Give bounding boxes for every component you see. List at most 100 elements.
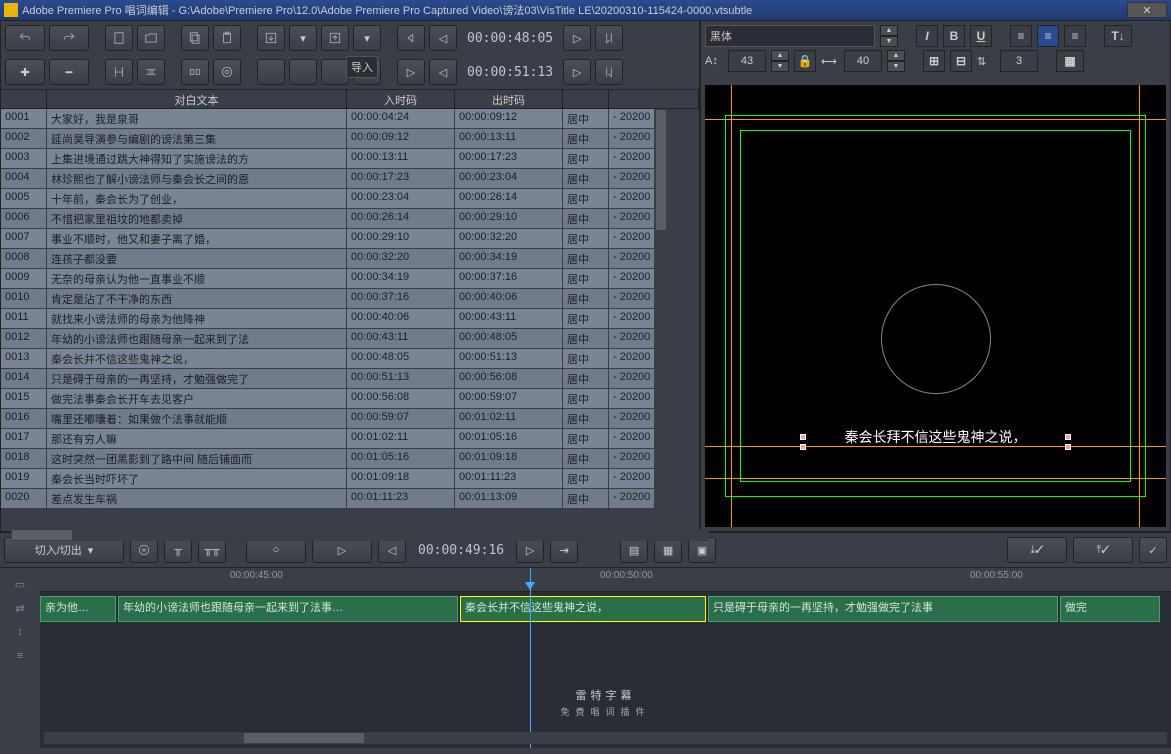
playhead[interactable]	[530, 568, 531, 748]
undo-button[interactable]	[5, 25, 45, 51]
table-row[interactable]: 0010肯定是沾了不干净的东西00:00:37:1600:00:40:06居中-…	[1, 289, 655, 309]
font-spin[interactable]: ▲▼	[880, 25, 898, 47]
table-row[interactable]: 0017那还有穷人嘛00:01:02:1100:01:05:16居中- 2020…	[1, 429, 655, 449]
misc-icon: ⇅	[977, 55, 995, 68]
table-row[interactable]: 0011就找来小谤法师的母亲为他降神00:00:40:0600:00:43:11…	[1, 309, 655, 329]
timecode-current[interactable]: 00:00:49:16	[412, 543, 510, 558]
add-button[interactable]: ✚	[5, 59, 45, 85]
timeline-ruler[interactable]: 00:00:45:0000:00:50:0000:00:55:00	[40, 568, 1171, 592]
tool2-button[interactable]	[213, 59, 241, 85]
align-center-button[interactable]: ≡	[1037, 25, 1059, 47]
export-dropdown[interactable]: ▾	[353, 25, 381, 51]
open-button[interactable]	[137, 25, 165, 51]
merge-button[interactable]	[137, 59, 165, 85]
tl-icon-3[interactable]: ↕	[10, 624, 30, 640]
col-text[interactable]: 对白文本	[47, 90, 347, 108]
hscrollbar[interactable]	[12, 530, 72, 540]
table-row[interactable]: 0002延尚昊导演参与编剧的谤法第三集00:00:09:1200:00:13:1…	[1, 129, 655, 149]
timecode-in[interactable]: 00:00:48:05	[461, 31, 559, 46]
table-row[interactable]: 0007事业不顺时，他又和妻子离了婚，00:00:29:1000:00:32:2…	[1, 229, 655, 249]
timeline-clip[interactable]: 只是碍于母亲的一再坚持，才勉强做完了法事	[708, 596, 1058, 622]
table-row[interactable]: 0001大家好，我是泉哥00:00:04:2400:00:09:12居中- 20…	[1, 109, 655, 129]
align-left-button[interactable]: ≡	[1010, 25, 1032, 47]
tool3-button[interactable]	[257, 59, 285, 85]
table-row[interactable]: 0014只是碍于母亲的一再坚持，才勉强做完了00:00:51:1300:00:5…	[1, 369, 655, 389]
preview-subtitle[interactable]: 秦会长拜不信这些鬼神之说，	[845, 427, 1027, 447]
col-align[interactable]	[563, 90, 609, 108]
tracking-input[interactable]: 40	[844, 50, 882, 72]
bold-button[interactable]: B	[943, 25, 965, 47]
vscrollbar[interactable]	[655, 109, 667, 529]
import-dropdown[interactable]: ▾	[289, 25, 317, 51]
table-row[interactable]: 0018这时突然一团黑影到了路中间 随后铺面而00:01:05:1600:01:…	[1, 449, 655, 469]
tracking-spin[interactable]: ▲▼	[887, 50, 905, 72]
timecode-out[interactable]: 00:00:51:13	[461, 65, 559, 80]
window-title: Adobe Premiere Pro 唱词编辑 - G:\Adobe\Premi…	[22, 2, 752, 18]
table-row[interactable]: 0005十年前，秦会长为了创业，00:00:23:0400:00:26:14居中…	[1, 189, 655, 209]
opt1-button[interactable]: ⊞	[923, 50, 945, 72]
col-date[interactable]	[609, 90, 699, 108]
table-row[interactable]: 0019秦会长当时吓坏了00:01:09:1800:01:11:23居中- 20…	[1, 469, 655, 489]
apply-in-button[interactable]: ⤓✓	[1007, 537, 1067, 563]
table-row[interactable]: 0020差点发生车祸00:01:11:2300:01:13:09居中- 2020…	[1, 489, 655, 509]
step-back-button[interactable]: ◁	[429, 25, 457, 51]
tl-icon-1[interactable]: ▭	[10, 576, 30, 592]
timeline-clip[interactable]: 亲为他…	[40, 596, 116, 622]
lock-button[interactable]: 🔒	[794, 50, 816, 72]
size-spin[interactable]: ▲▼	[771, 50, 789, 72]
apply-all-button[interactable]: ✓	[1139, 537, 1167, 563]
export-button[interactable]	[321, 25, 349, 51]
paste-button[interactable]	[213, 25, 241, 51]
prev-mark-button[interactable]	[397, 25, 425, 51]
table-row[interactable]: 0013秦会长并不信这些鬼神之说，00:00:48:0500:00:51:13居…	[1, 349, 655, 369]
underline-button[interactable]: U	[970, 25, 992, 47]
redo-button[interactable]	[49, 25, 89, 51]
font-family-combo[interactable]: 黑体	[705, 25, 875, 47]
remove-button[interactable]: ━	[49, 59, 89, 85]
col-out[interactable]: 出时码	[455, 90, 563, 108]
align-right-button[interactable]: ≡	[1064, 25, 1086, 47]
mark-out-button[interactable]	[595, 59, 623, 85]
timeline-clip[interactable]: 年幼的小谤法师也跟随母亲一起来到了法事…	[118, 596, 458, 622]
step-back2-button[interactable]: ◁	[429, 59, 457, 85]
new-button[interactable]	[105, 25, 133, 51]
grid-button[interactable]: ▦	[1056, 50, 1084, 72]
mark-in-button[interactable]	[595, 25, 623, 51]
step-fwd-button[interactable]: ▷	[563, 25, 591, 51]
tool4-button[interactable]	[289, 59, 317, 85]
misc-input[interactable]: 3	[1000, 50, 1038, 72]
timeline-clip[interactable]: 秦会长并不信这些鬼神之说，	[460, 596, 706, 622]
table-row[interactable]: 0006不惜把家里祖坟的地都卖掉00:00:26:1400:00:29:10居中…	[1, 209, 655, 229]
import-button[interactable]	[257, 25, 285, 51]
titlebar: Adobe Premiere Pro 唱词编辑 - G:\Adobe\Premi…	[0, 0, 1171, 20]
copy-button[interactable]	[181, 25, 209, 51]
table-row[interactable]: 0016嘴里还嘟囔着：如果做个法事就能顺00:00:59:0700:01:02:…	[1, 409, 655, 429]
table-row[interactable]: 0008连孩子都没要00:00:32:2000:00:34:19居中- 2020…	[1, 249, 655, 269]
preview-canvas[interactable]: 秦会长拜不信这些鬼神之说，	[705, 85, 1166, 527]
tl-icon-2[interactable]: ⇄	[10, 600, 30, 616]
table-row[interactable]: 0012年幼的小谤法师也跟随母亲一起来到了法00:00:43:1100:00:4…	[1, 329, 655, 349]
table-row[interactable]: 0015做完法事秦会长开车去见客户00:00:56:0800:00:59:07居…	[1, 389, 655, 409]
table-header: 对白文本 入时码 出时码	[1, 89, 699, 109]
split-button[interactable]	[105, 59, 133, 85]
play-button[interactable]: ▷	[397, 59, 425, 85]
watermark: 雷特字幕 免费唱词插件	[560, 682, 650, 718]
timeline-track[interactable]: 亲为他…年幼的小谤法师也跟随母亲一起来到了法事…秦会长并不信这些鬼神之说，只是碍…	[40, 596, 1171, 624]
apply-out-button[interactable]: ⤒✓	[1073, 537, 1133, 563]
vertical-text-button[interactable]: T↓	[1104, 25, 1132, 47]
tool1-button[interactable]	[181, 59, 209, 85]
step-fwd2-button[interactable]: ▷	[563, 59, 591, 85]
col-id[interactable]	[1, 90, 47, 108]
italic-button[interactable]: I	[916, 25, 938, 47]
timeline-clip[interactable]: 做完	[1060, 596, 1160, 622]
tool5-button[interactable]	[321, 59, 349, 85]
opt2-button[interactable]: ⊟	[950, 50, 972, 72]
font-size-input[interactable]: 43	[728, 50, 766, 72]
tl-icon-4[interactable]: ≡	[10, 648, 30, 664]
col-in[interactable]: 入时码	[347, 90, 455, 108]
table-row[interactable]: 0004林珍熙也了解小谤法师与秦会长之间的恩00:00:17:2300:00:2…	[1, 169, 655, 189]
table-row[interactable]: 0009无奈的母亲认为他一直事业不顺00:00:34:1900:00:37:16…	[1, 269, 655, 289]
timeline-hscroll[interactable]	[44, 732, 1167, 744]
close-button[interactable]: ✕	[1127, 2, 1167, 18]
table-row[interactable]: 0003上集进境通过跳大神得知了实施谤法的方00:00:13:1100:00:1…	[1, 149, 655, 169]
